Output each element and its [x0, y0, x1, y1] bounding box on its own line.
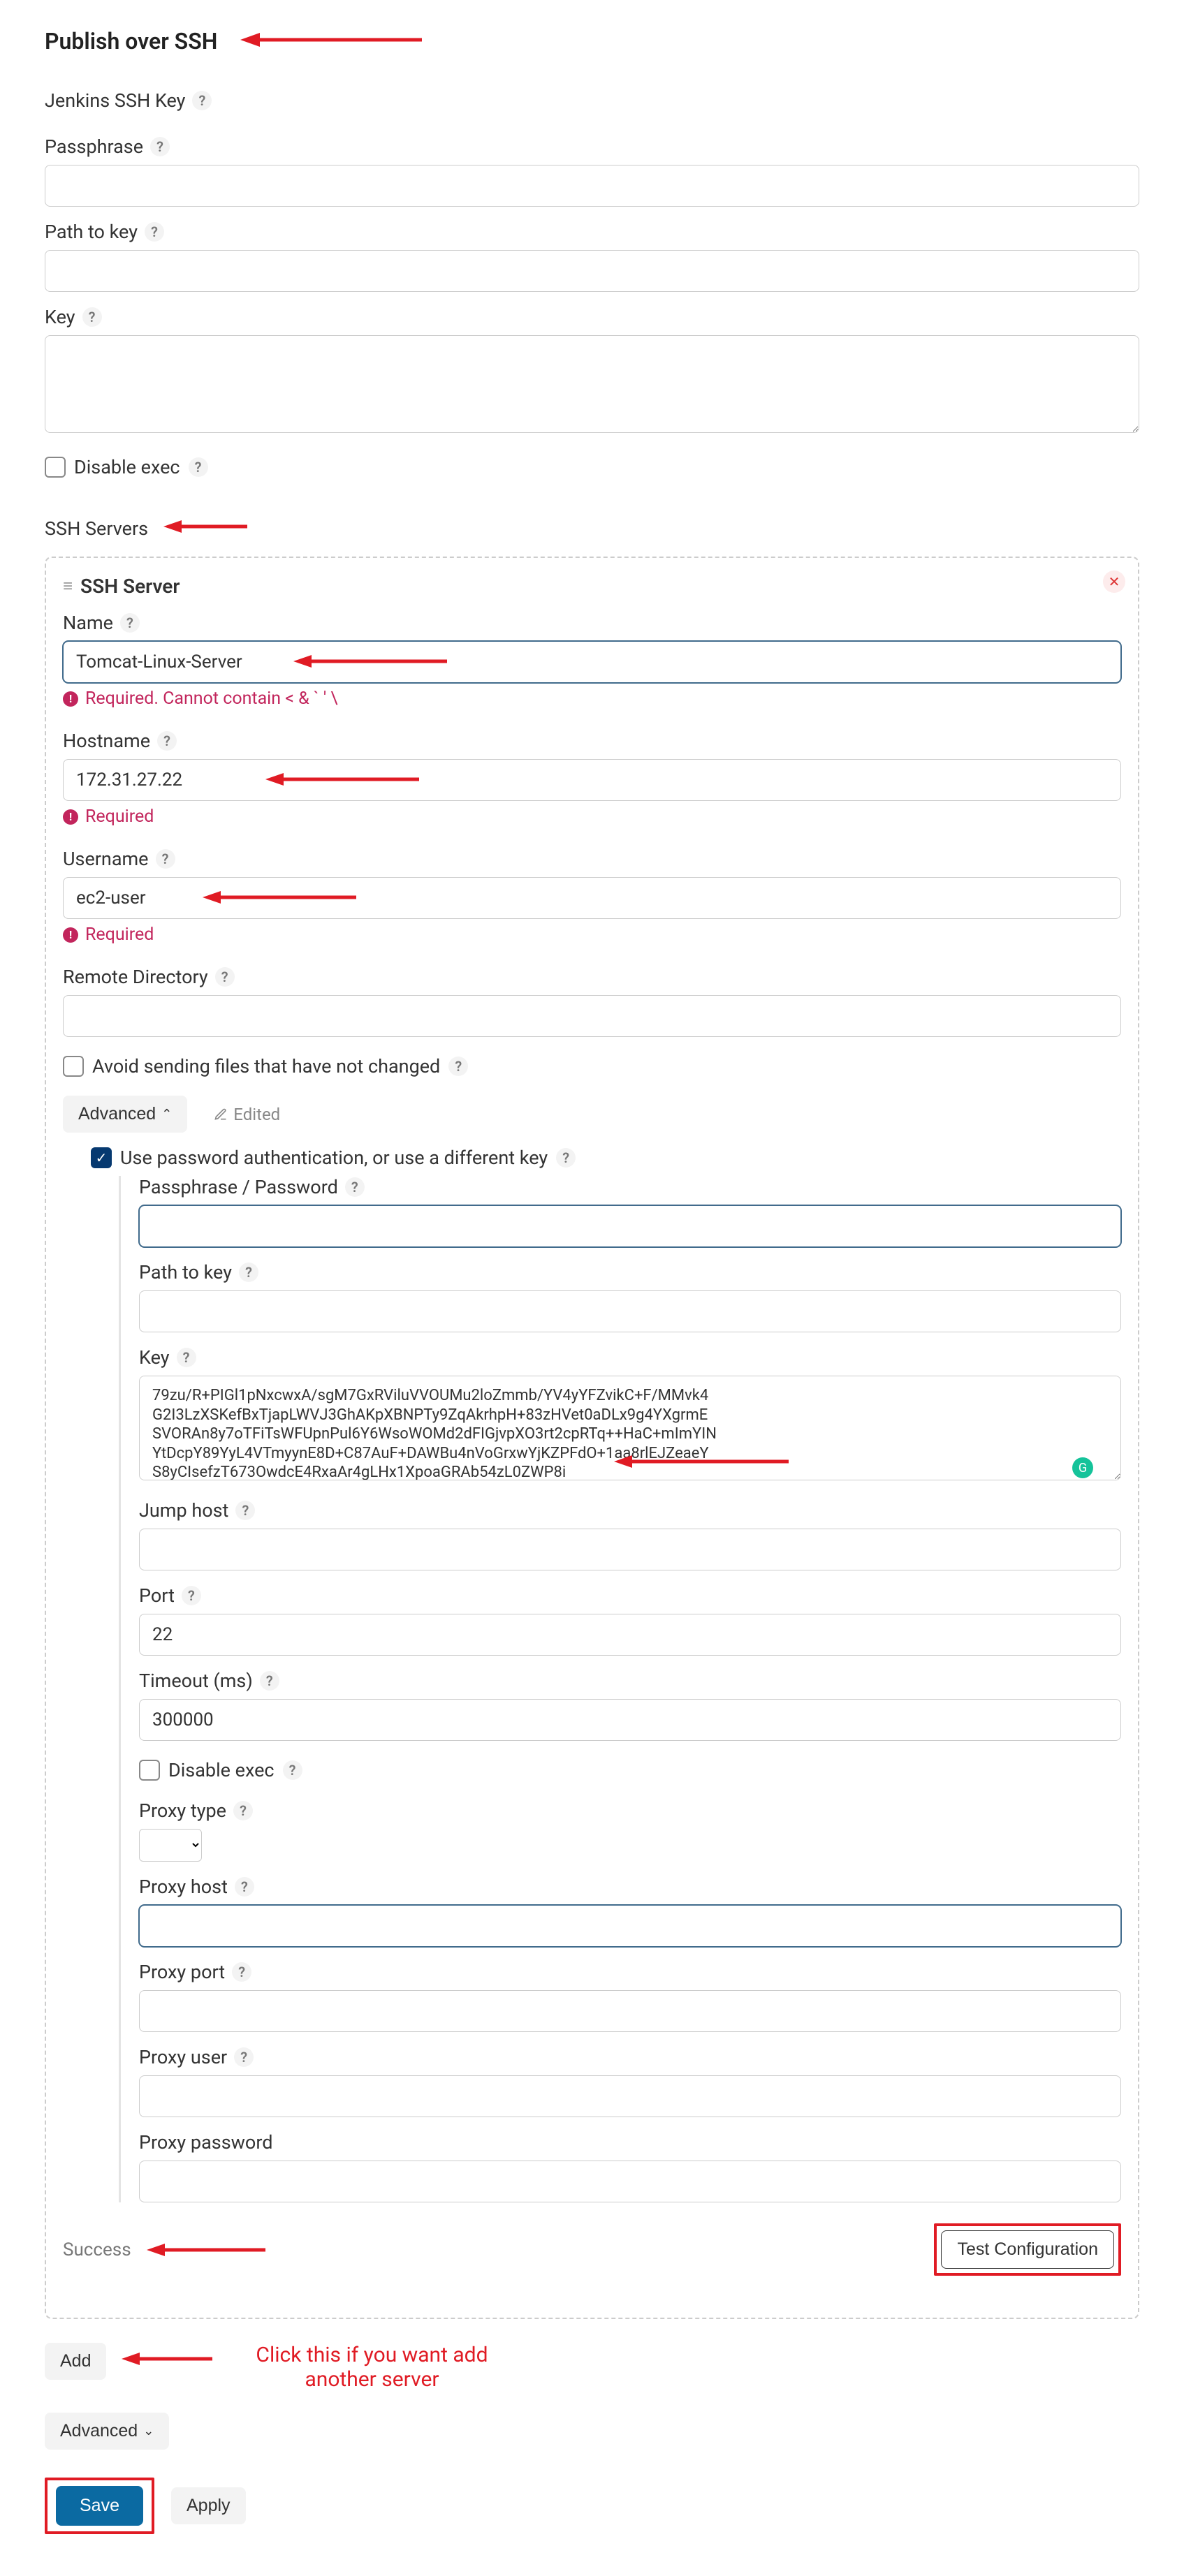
adv-passphrase-label: Passphrase / Password — [139, 1176, 338, 1198]
ssh-server-box: ≡ SSH Server ✕ Name ? ! Required. Cannot… — [45, 557, 1139, 2319]
help-icon[interactable]: ? — [145, 222, 164, 242]
delete-server-button[interactable]: ✕ — [1103, 571, 1125, 593]
test-result-text: Success — [63, 2239, 131, 2260]
key-label: Key — [45, 306, 75, 328]
help-icon[interactable]: ? — [234, 2047, 254, 2067]
apply-button[interactable]: Apply — [171, 2487, 246, 2524]
proxy-host-input[interactable] — [139, 1905, 1121, 1947]
proxy-password-label: Proxy password — [139, 2131, 272, 2154]
proxy-user-label: Proxy user — [139, 2046, 227, 2068]
proxy-password-input[interactable] — [139, 2161, 1121, 2202]
help-icon[interactable]: ? — [192, 91, 212, 110]
port-input[interactable] — [139, 1614, 1121, 1656]
chevron-up-icon: ⌃ — [161, 1107, 172, 1121]
advanced-toggle[interactable]: Advanced ⌃ — [63, 1096, 187, 1133]
jump-host-input[interactable] — [139, 1529, 1121, 1570]
save-button[interactable]: Save — [56, 2486, 143, 2526]
help-icon[interactable]: ? — [177, 1348, 196, 1367]
adv-path-to-key-input[interactable] — [139, 1290, 1121, 1332]
proxy-port-label: Proxy port — [139, 1961, 225, 1983]
jump-host-label: Jump host — [139, 1499, 228, 1522]
help-icon[interactable]: ? — [448, 1057, 468, 1076]
remote-directory-label: Remote Directory — [63, 966, 208, 988]
help-icon[interactable]: ? — [150, 137, 170, 156]
avoid-resending-label: Avoid sending files that have not change… — [92, 1055, 440, 1077]
help-icon[interactable]: ? — [232, 1962, 251, 1982]
use-password-auth-checkbox[interactable]: ✓ — [91, 1147, 112, 1168]
edited-pill: Edited — [201, 1096, 293, 1133]
error-icon: ! — [63, 691, 78, 707]
hostname-error: Required — [85, 807, 154, 827]
adv-key-label: Key — [139, 1346, 170, 1369]
help-icon[interactable]: ? — [260, 1671, 279, 1691]
help-icon[interactable]: ? — [233, 1801, 253, 1820]
path-to-key-input[interactable] — [45, 250, 1139, 292]
username-input[interactable] — [63, 877, 1121, 919]
arrow-annotation — [122, 2350, 219, 2368]
name-error: Required. Cannot contain < & ` ' \ — [85, 689, 338, 709]
port-label: Port — [139, 1584, 175, 1607]
annotation-box: Test Configuration — [934, 2223, 1121, 2276]
disable-exec-checkbox[interactable] — [45, 457, 66, 478]
error-icon: ! — [63, 809, 78, 825]
hostname-label: Hostname — [63, 730, 150, 752]
help-icon[interactable]: ? — [156, 849, 175, 869]
timeout-label: Timeout (ms) — [139, 1670, 253, 1692]
help-icon[interactable]: ? — [215, 967, 235, 987]
jenkins-ssh-key-label: Jenkins SSH Key — [45, 89, 185, 112]
ssh-servers-label: SSH Servers — [45, 517, 148, 540]
adv-passphrase-input[interactable] — [139, 1205, 1121, 1247]
proxy-port-input[interactable] — [139, 1990, 1121, 2032]
proxy-host-label: Proxy host — [139, 1876, 228, 1898]
adv-path-to-key-label: Path to key — [139, 1261, 232, 1283]
arrow-annotation — [147, 2241, 272, 2259]
help-icon[interactable]: ? — [189, 457, 208, 477]
passphrase-label: Passphrase — [45, 135, 143, 158]
path-to-key-label: Path to key — [45, 221, 138, 243]
error-icon: ! — [63, 927, 78, 943]
arrow-annotation — [163, 517, 254, 536]
page-title: Publish over SSH — [45, 28, 217, 54]
arrow-annotation — [240, 29, 429, 50]
test-configuration-button[interactable]: Test Configuration — [941, 2230, 1114, 2269]
disable-exec-label: Disable exec — [74, 456, 180, 478]
adv-disable-exec-label: Disable exec — [168, 1759, 275, 1781]
add-server-button[interactable]: Add — [45, 2343, 106, 2380]
drag-handle-icon[interactable]: ≡ — [63, 576, 71, 596]
chevron-down-icon: ⌄ — [143, 2424, 154, 2438]
use-password-auth-label: Use password authentication, or use a di… — [120, 1147, 548, 1169]
ssh-server-header: SSH Server — [80, 575, 180, 598]
key-textarea[interactable] — [45, 335, 1139, 433]
username-error: Required — [85, 925, 154, 945]
help-icon[interactable]: ? — [235, 1877, 254, 1897]
username-label: Username — [63, 848, 149, 870]
help-icon[interactable]: ? — [82, 307, 102, 327]
proxy-user-input[interactable] — [139, 2075, 1121, 2117]
remote-directory-input[interactable] — [63, 995, 1121, 1037]
hostname-input[interactable] — [63, 759, 1121, 801]
passphrase-input[interactable] — [45, 165, 1139, 207]
help-icon[interactable]: ? — [239, 1263, 258, 1282]
name-input[interactable] — [63, 641, 1121, 683]
help-icon[interactable]: ? — [345, 1177, 365, 1197]
help-icon[interactable]: ? — [120, 613, 140, 633]
bottom-advanced-toggle[interactable]: Advanced ⌄ — [45, 2413, 169, 2450]
avoid-resending-checkbox[interactable] — [63, 1056, 84, 1077]
proxy-type-label: Proxy type — [139, 1799, 226, 1822]
adv-disable-exec-checkbox[interactable] — [139, 1760, 160, 1781]
proxy-type-select[interactable] — [139, 1829, 202, 1862]
help-icon[interactable]: ? — [157, 731, 177, 751]
name-label: Name — [63, 612, 113, 634]
annotation-box: Save — [45, 2478, 154, 2534]
help-icon[interactable]: ? — [283, 1760, 302, 1780]
timeout-input[interactable] — [139, 1699, 1121, 1741]
help-icon[interactable]: ? — [182, 1586, 201, 1605]
help-icon[interactable]: ? — [235, 1501, 255, 1520]
help-icon[interactable]: ? — [556, 1148, 576, 1168]
adv-key-textarea[interactable] — [139, 1376, 1121, 1480]
grammarly-icon[interactable]: G — [1072, 1457, 1093, 1478]
